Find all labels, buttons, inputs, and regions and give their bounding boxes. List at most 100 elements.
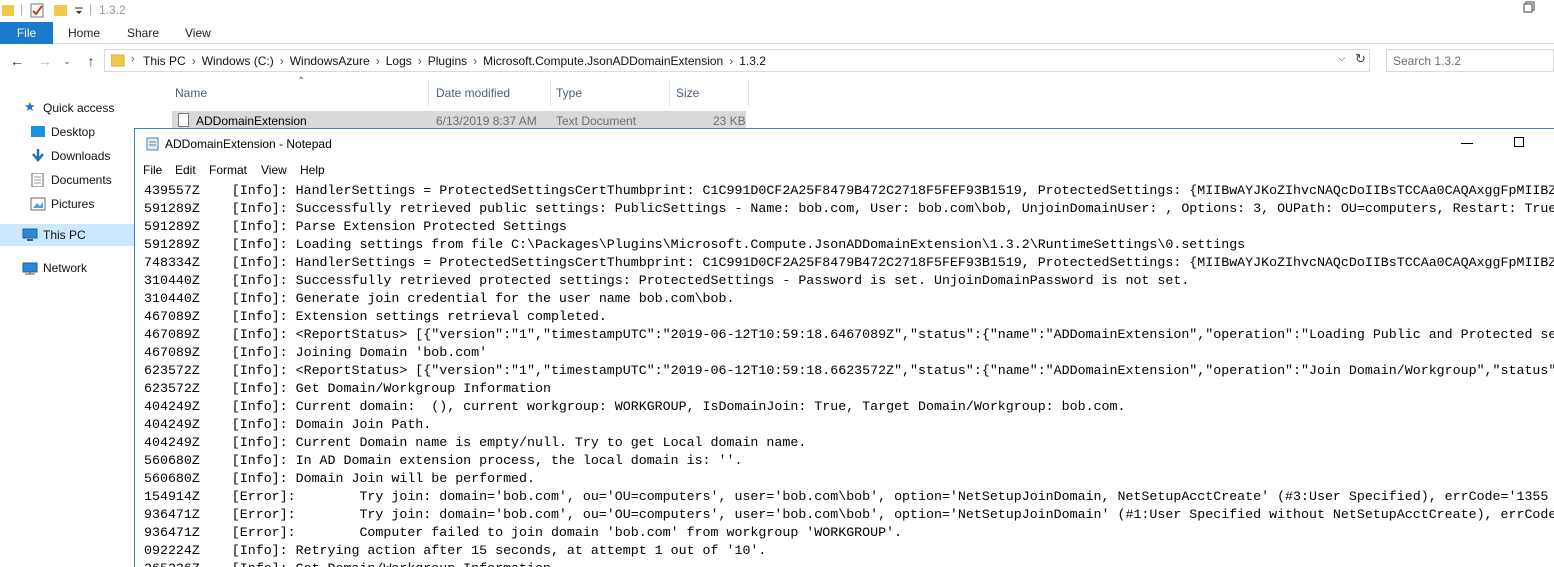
star-icon: ★ xyxy=(24,99,36,114)
new-folder-icon[interactable] xyxy=(54,3,68,17)
arrow-right-icon: → xyxy=(38,53,52,69)
network-icon xyxy=(22,262,38,275)
column-divider[interactable] xyxy=(428,80,429,106)
nav-pictures[interactable]: Pictures xyxy=(0,193,134,215)
window-title: 1.3.2 xyxy=(99,3,126,17)
column-name[interactable]: Name xyxy=(175,86,207,100)
text-document-icon xyxy=(178,113,189,127)
log-line: 404249Z [Info]: Current domain: (), curr… xyxy=(144,399,1126,414)
chevron-right-icon: › xyxy=(131,53,135,65)
breadcrumb-windowsazure[interactable]: WindowsAzure xyxy=(290,54,370,68)
chevron-right-icon[interactable]: › xyxy=(280,54,284,68)
column-divider[interactable] xyxy=(550,80,551,106)
log-line: 936471Z [Error]: Try join: domain='bob.c… xyxy=(144,507,1554,522)
log-line: 467089Z [Info]: Joining Domain 'bob.com' xyxy=(144,345,488,360)
properties-checkmark-icon[interactable] xyxy=(30,3,45,18)
nav-network[interactable]: Network xyxy=(0,257,134,279)
log-line: 439557Z [Info]: HandlerSettings = Protec… xyxy=(144,183,1554,198)
column-size[interactable]: Size xyxy=(676,86,699,100)
log-line: 936471Z [Error]: Computer failed to join… xyxy=(144,525,903,540)
breadcrumb-windows-c[interactable]: Windows (C:) xyxy=(202,54,274,68)
computer-icon xyxy=(22,228,38,241)
column-divider[interactable] xyxy=(748,80,749,106)
nav-label: Pictures xyxy=(51,197,95,211)
search-input[interactable]: Search 1.3.2 xyxy=(1386,49,1554,72)
separator: | xyxy=(89,2,93,16)
file-size: 23 KB xyxy=(713,114,746,128)
tab-home[interactable]: Home xyxy=(68,22,100,44)
chevron-right-icon[interactable]: › xyxy=(418,54,422,68)
breadcrumb-this-pc[interactable]: This PC xyxy=(143,54,186,68)
customize-dropdown-icon[interactable] xyxy=(74,3,84,17)
nav-desktop[interactable]: Desktop xyxy=(0,121,134,143)
nav-label: Quick access xyxy=(43,101,115,115)
column-divider[interactable] xyxy=(669,80,670,106)
nav-label: Network xyxy=(43,261,88,275)
log-line: 623572Z [Info]: <ReportStatus> [{"versio… xyxy=(144,363,1554,378)
minimize-icon xyxy=(1461,143,1473,144)
menu-edit[interactable]: Edit xyxy=(175,163,196,177)
menu-format[interactable]: Format xyxy=(209,163,247,177)
menu-file[interactable]: File xyxy=(143,163,162,177)
chevron-right-icon[interactable]: › xyxy=(473,54,477,68)
address-row: ← → ⌄ ↑ › This PC › Windows (C:) › WindowsAz… xyxy=(0,48,1554,74)
download-arrow-icon xyxy=(32,149,44,162)
search-placeholder: Search 1.3.2 xyxy=(1393,54,1462,68)
notepad-title-bar[interactable]: ADDomainExtension - Notepad xyxy=(135,129,1554,159)
document-icon xyxy=(31,173,44,187)
nav-this-pc[interactable]: This PC xyxy=(0,224,134,246)
forward-button[interactable]: → xyxy=(36,52,54,70)
tab-file[interactable]: File xyxy=(0,22,53,44)
arrow-left-icon: ← xyxy=(10,53,24,69)
nav-downloads[interactable]: Downloads xyxy=(0,145,134,167)
minimize-button[interactable] xyxy=(1461,137,1473,144)
breadcrumb-version[interactable]: 1.3.2 xyxy=(739,54,766,68)
refresh-icon[interactable]: ↻ xyxy=(1355,51,1371,67)
log-line: 591289Z [Info]: Successfully retrieved p… xyxy=(144,201,1554,216)
log-line: 310440Z [Info]: Successfully retrieved p… xyxy=(144,273,1190,288)
log-line: 591289Z [Info]: Loading settings from fi… xyxy=(144,237,1246,252)
chevron-right-icon[interactable]: › xyxy=(192,54,196,68)
log-line: 265226Z [Info]: Get Domain/Workgroup Inf… xyxy=(144,560,1554,567)
file-row[interactable]: ADDomainExtension 6/13/2019 8:37 AM Text… xyxy=(172,111,746,129)
nav-label: Documents xyxy=(51,173,112,187)
maximize-button[interactable] xyxy=(1514,137,1524,147)
breadcrumb-logs[interactable]: Logs xyxy=(386,54,412,68)
tab-view[interactable]: View xyxy=(185,22,211,44)
column-type[interactable]: Type xyxy=(556,86,582,100)
file-date: 6/13/2019 8:37 AM xyxy=(436,114,537,128)
menu-help[interactable]: Help xyxy=(300,163,325,177)
log-line: 623572Z [Info]: Get Domain/Workgroup Inf… xyxy=(144,381,551,396)
log-line: 467089Z [Info]: <ReportStatus> [{"versio… xyxy=(144,327,1554,342)
log-line: 591289Z [Info]: Parse Extension Protecte… xyxy=(144,219,567,234)
chevron-right-icon[interactable]: › xyxy=(376,54,380,68)
chevron-right-icon[interactable]: › xyxy=(729,54,733,68)
breadcrumb-plugins[interactable]: Plugins xyxy=(428,54,467,68)
breadcrumb-extension[interactable]: Microsoft.Compute.JsonADDomainExtension xyxy=(483,54,723,68)
notepad-icon xyxy=(146,137,159,151)
notepad-text-area[interactable]: 439557Z [Info]: HandlerSettings = Protec… xyxy=(144,182,1554,567)
column-date-modified[interactable]: Date modified xyxy=(436,86,510,100)
log-line: 404249Z [Info]: Domain Join Path. xyxy=(144,417,432,432)
folder-icon[interactable] xyxy=(2,3,14,17)
chevron-down-icon: ⌄ xyxy=(63,56,71,66)
nav-quick-access[interactable]: ★ Quick access xyxy=(0,97,134,119)
tab-share[interactable]: Share xyxy=(127,22,159,44)
back-button[interactable]: ← xyxy=(8,52,26,70)
up-button[interactable]: ↑ xyxy=(82,52,100,70)
restore-icon xyxy=(1523,1,1535,13)
nav-label: Desktop xyxy=(51,125,96,139)
notepad-window: ADDomainExtension - Notepad File Edit Fo… xyxy=(134,128,1554,567)
file-list-header: ⌃ Name Date modified Type Size xyxy=(158,76,749,106)
log-line: 748334Z [Info]: HandlerSettings = Protec… xyxy=(144,255,1554,270)
nav-label: This PC xyxy=(43,228,86,242)
restore-button[interactable] xyxy=(1519,1,1539,17)
address-bar[interactable]: › This PC › Windows (C:) › WindowsAzure › Logs… xyxy=(104,49,1370,72)
file-name: ADDomainExtension xyxy=(196,114,307,128)
recent-locations-button[interactable]: ⌄ xyxy=(58,52,76,70)
menu-view[interactable]: View xyxy=(261,163,287,177)
address-dropdown-icon[interactable]: ⌵ xyxy=(1338,53,1346,64)
nav-label: Downloads xyxy=(51,149,111,163)
log-line: 560680Z [Info]: Domain Join will be perf… xyxy=(144,471,535,486)
nav-documents[interactable]: Documents xyxy=(0,169,134,191)
